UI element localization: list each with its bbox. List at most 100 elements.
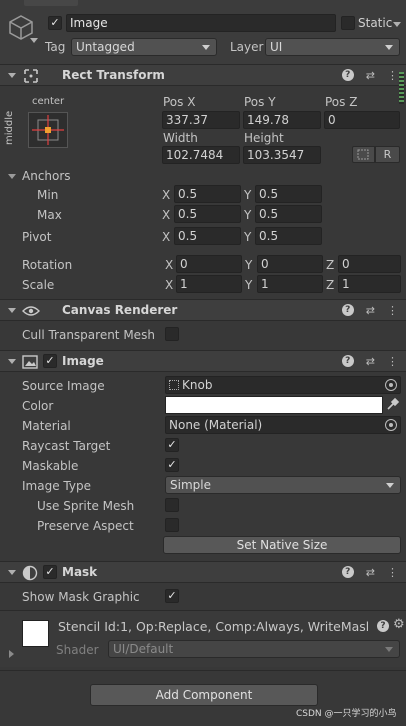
use-sprite-mesh-checkbox[interactable] — [165, 498, 179, 512]
stencil-info: Stencil Id:1, Op:Replace, Comp:Always, W… — [58, 619, 368, 634]
rot-y-field[interactable]: 0 — [257, 255, 323, 273]
shader-value: UI/Default — [113, 642, 174, 656]
more-options-icon[interactable]: ⋮ — [387, 566, 398, 579]
source-image-value: Knob — [182, 378, 213, 392]
anchor-preset-button[interactable] — [28, 112, 68, 148]
rot-z-field[interactable]: 0 — [338, 255, 401, 273]
preserve-aspect-label: Preserve Aspect — [37, 519, 134, 533]
object-picker-icon[interactable] — [385, 419, 397, 431]
pos-z-field[interactable]: 0 — [324, 111, 400, 129]
min-y-label: Y — [244, 188, 252, 202]
pos-y-label: Pos Y — [244, 95, 276, 109]
height-field[interactable]: 103.3547 — [243, 146, 321, 164]
layer-label: Layer — [230, 40, 264, 54]
layer-value: UI — [270, 40, 283, 54]
mask-enabled-checkbox[interactable]: ✓ — [43, 565, 57, 579]
image-type-value: Simple — [170, 478, 211, 492]
min-x-field[interactable]: 0.5 — [174, 185, 241, 203]
color-swatch[interactable] — [165, 396, 383, 414]
scale-y-field[interactable]: 1 — [257, 275, 323, 293]
gameobject-name-field[interactable]: Image — [66, 14, 336, 32]
anchors-fold-icon[interactable] — [8, 174, 16, 179]
pos-z-label: Pos Z — [325, 95, 358, 109]
presets-icon[interactable]: ⇄ — [366, 69, 375, 82]
fold-arrow-icon[interactable] — [8, 359, 16, 364]
static-checkbox[interactable] — [341, 16, 355, 30]
rotation-label: Rotation — [22, 258, 73, 272]
material-preview: Stencil Id:1, Op:Replace, Comp:Always, W… — [0, 611, 406, 667]
help-icon[interactable]: ? — [341, 69, 354, 81]
more-options-icon[interactable]: ⋮ — [387, 304, 398, 317]
settings-gear-icon[interactable]: ⚙ — [393, 617, 405, 632]
help-icon[interactable]: ? — [377, 620, 389, 632]
material-thumbnail[interactable] — [22, 620, 49, 647]
more-options-icon[interactable]: ⋮ — [387, 69, 398, 82]
presets-icon[interactable]: ⇄ — [366, 355, 375, 368]
gameobject-active-checkbox[interactable]: ✓ — [48, 16, 62, 30]
pos-x-field[interactable]: 337.37 — [162, 111, 240, 129]
maskable-checkbox[interactable]: ✓ — [165, 458, 179, 472]
show-mask-graphic-checkbox[interactable]: ✓ — [165, 589, 179, 603]
fold-arrow-icon[interactable] — [8, 73, 16, 78]
image-type-dropdown[interactable]: Simple — [165, 476, 401, 494]
icon-dropdown-icon[interactable] — [30, 38, 38, 43]
object-picker-icon[interactable] — [385, 379, 397, 391]
max-y-label: Y — [244, 208, 252, 222]
anchors-label: Anchors — [22, 169, 71, 183]
rot-y-label: Y — [245, 258, 253, 272]
preserve-aspect-checkbox[interactable] — [165, 518, 179, 532]
scale-x-label: X — [165, 278, 174, 292]
material-field[interactable]: None (Material) — [165, 416, 401, 434]
presets-icon[interactable]: ⇄ — [366, 304, 375, 317]
fold-arrow-icon[interactable] — [8, 570, 16, 575]
chevron-down-icon — [386, 483, 394, 488]
image-header[interactable]: ✓ Image ? ⇄ ⋮ — [0, 350, 406, 372]
eyedropper-icon[interactable] — [386, 397, 400, 411]
layer-dropdown[interactable]: UI — [265, 38, 400, 56]
max-y-field[interactable]: 0.5 — [255, 205, 322, 223]
add-component-button[interactable]: Add Component — [90, 684, 318, 706]
static-dropdown-icon[interactable] — [393, 22, 401, 27]
color-label: Color — [22, 399, 54, 413]
chevron-down-icon — [385, 45, 393, 50]
source-image-field[interactable]: Knob — [165, 376, 401, 394]
inspector-tab[interactable] — [24, 0, 78, 6]
expand-arrow-icon[interactable] — [9, 650, 14, 658]
max-label: Max — [37, 208, 62, 222]
width-field[interactable]: 102.7484 — [162, 146, 240, 164]
cull-transparent-mesh-checkbox[interactable] — [165, 327, 179, 341]
material-label: Material — [22, 419, 71, 433]
pos-y-field[interactable]: 149.78 — [243, 111, 321, 129]
pivot-x-label: X — [162, 230, 171, 244]
help-icon[interactable]: ? — [341, 304, 354, 316]
tag-label: Tag — [45, 40, 66, 54]
show-mask-graphic-label: Show Mask Graphic — [22, 590, 140, 604]
help-icon[interactable]: ? — [341, 566, 354, 578]
max-x-field[interactable]: 0.5 — [174, 205, 241, 223]
raw-edit-button[interactable]: R — [375, 146, 400, 163]
use-sprite-mesh-label: Use Sprite Mesh — [37, 499, 135, 513]
min-y-field[interactable]: 0.5 — [255, 185, 322, 203]
tag-value: Untagged — [76, 40, 135, 54]
blueprint-mode-button[interactable] — [352, 146, 375, 163]
mask-header[interactable]: ✓ Mask ? ⇄ ⋮ — [0, 561, 406, 583]
shader-dropdown[interactable]: UI/Default — [108, 640, 400, 658]
presets-icon[interactable]: ⇄ — [366, 566, 375, 579]
scale-z-field[interactable]: 1 — [338, 275, 401, 293]
pivot-y-field[interactable]: 0.5 — [255, 227, 322, 245]
more-options-icon[interactable]: ⋮ — [387, 355, 398, 368]
help-icon[interactable]: ? — [341, 355, 354, 367]
fold-arrow-icon[interactable] — [8, 308, 16, 313]
rect-transform-title: Rect Transform — [62, 68, 165, 82]
image-enabled-checkbox[interactable]: ✓ — [43, 354, 57, 368]
pos-x-label: Pos X — [163, 95, 196, 109]
raycast-target-checkbox[interactable]: ✓ — [165, 438, 179, 452]
canvas-renderer-header[interactable]: Canvas Renderer ? ⇄ ⋮ — [0, 299, 406, 321]
set-native-size-button[interactable]: Set Native Size — [163, 536, 401, 554]
tag-dropdown[interactable]: Untagged — [71, 38, 217, 56]
scale-x-field[interactable]: 1 — [176, 275, 242, 293]
rot-x-field[interactable]: 0 — [176, 255, 242, 273]
rect-transform-header[interactable]: Rect Transform ? ⇄ ⋮ — [0, 64, 406, 86]
pivot-x-field[interactable]: 0.5 — [174, 227, 241, 245]
canvas-renderer-title: Canvas Renderer — [62, 303, 178, 317]
